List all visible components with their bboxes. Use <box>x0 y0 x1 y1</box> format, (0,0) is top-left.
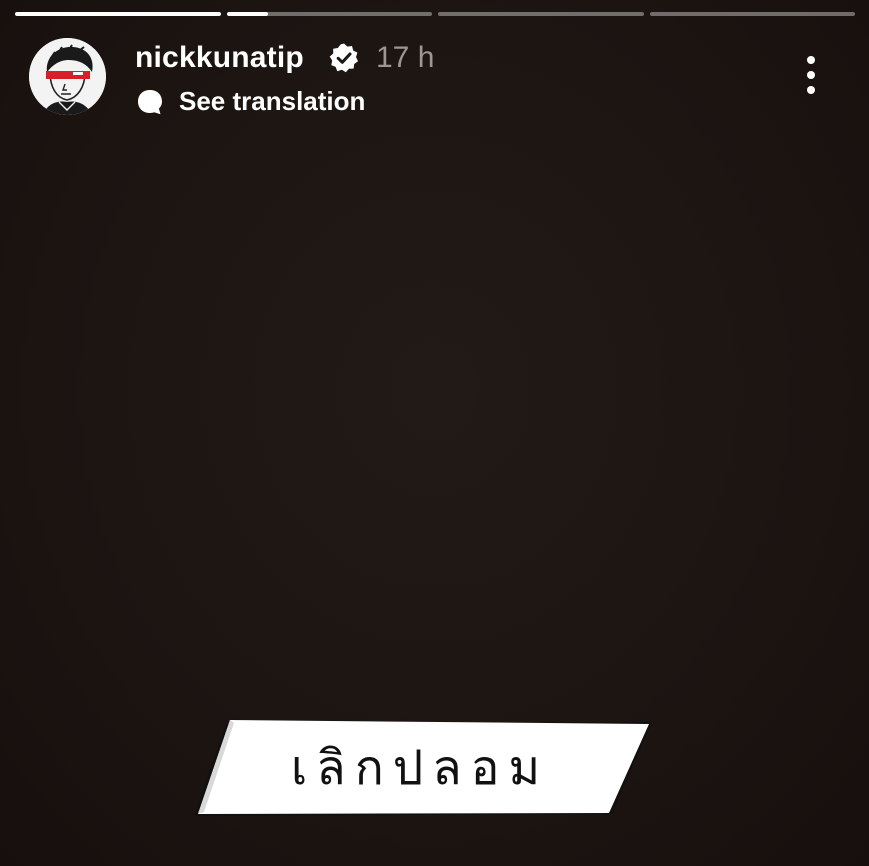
story-progress-fill <box>15 12 221 16</box>
more-dot <box>807 56 815 64</box>
avatar[interactable] <box>29 38 106 115</box>
sticker-text: เลิกปลอม <box>290 740 550 796</box>
story-progress-bar-2 <box>226 12 432 16</box>
more-vertical-icon[interactable] <box>796 52 826 98</box>
story-progress-bar-4 <box>649 12 855 16</box>
story-progress-bars <box>15 12 855 16</box>
story-progress-bar-1 <box>15 12 221 16</box>
username[interactable]: nickkunatip <box>135 38 304 78</box>
more-dot <box>807 86 815 94</box>
story-progress-bar-3 <box>438 12 644 16</box>
speech-bubble-icon[interactable] <box>136 88 164 116</box>
avatar-illustration <box>29 38 106 115</box>
verified-badge-icon <box>328 42 360 74</box>
more-dot <box>807 71 815 79</box>
see-translation-link[interactable]: See translation <box>179 84 365 118</box>
story-timestamp: 17 h <box>376 41 435 74</box>
story-progress-fill <box>226 12 268 16</box>
caption-sticker: เลิกปลอม <box>190 714 660 824</box>
story-viewer[interactable]: nickkunatip 17 h See translation เลิกปลอ… <box>0 0 869 866</box>
